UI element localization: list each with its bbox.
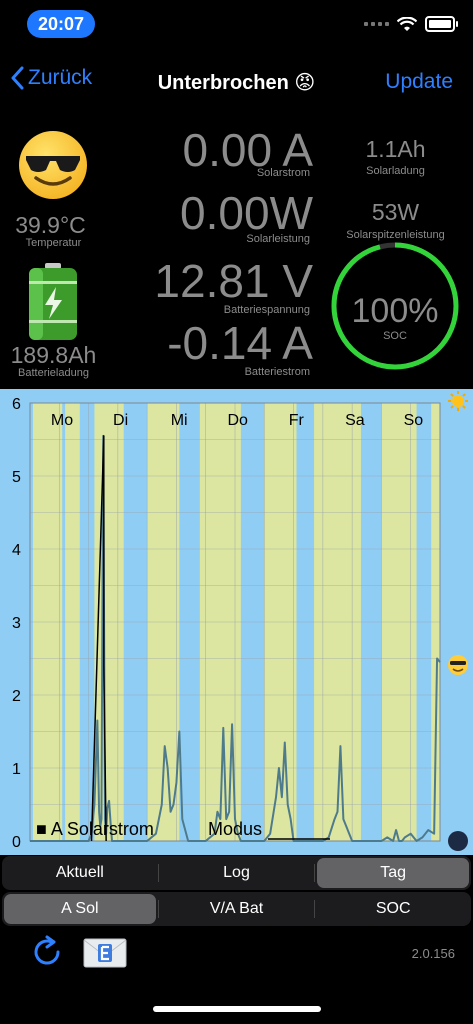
mail-e-icon[interactable] [83,938,127,968]
solar-charge-value: 1.1Ah [365,136,426,162]
y-tick-label: 6 [12,396,21,413]
chart-area[interactable]: 0 1 2 3 4 5 6 Mo Di Mi Do Fr Sa So ■ A Solarstrom Modus [0,389,473,855]
status-icons [364,14,458,34]
soc-label: SOC [383,330,407,342]
update-button[interactable]: Update [385,70,453,94]
x-category-label: Fr [289,412,305,429]
solar-peak-value: 53W [371,199,420,225]
moon-icon [448,831,468,851]
divider [157,864,159,882]
x-category-label: Di [113,412,128,429]
sunglasses-emoji-icon [19,131,87,199]
temperature-value: 39.9°C [15,212,86,238]
sunglasses-emoji-icon [448,655,468,675]
solar-power-value: 0.00W [180,187,313,239]
tab-aktuell[interactable]: Aktuell [4,858,156,888]
solar-current-label: Solarstrom [256,167,310,179]
battery-icon [425,16,458,32]
tab-va-bat[interactable]: V/A Bat [161,894,313,924]
battery-current-value: -0.14 A [167,317,313,369]
divider [314,900,316,918]
solar-peak-label: Solarspitzenleistung [346,229,445,241]
tab-tag[interactable]: Tag [317,858,470,888]
view-mode-segmented-control[interactable]: Aktuell Log Tag [2,856,471,890]
y-tick-label: 5 [12,469,21,486]
soc-value: 100% [351,292,439,330]
battery-voltage-value: 12.81 V [154,255,313,307]
x-category-label: So [404,412,424,429]
solar-current-chart: 0 1 2 3 4 5 6 Mo Di Mi Do Fr Sa So ■ A Solarstrom Modus [12,391,468,851]
legend-item-a-solarstrom: ■ A Solarstrom [36,819,154,839]
sun-icon [448,391,468,411]
home-indicator [153,1006,321,1012]
app-version: 2.0.156 [411,946,455,961]
status-time: 20:07 [27,10,95,38]
y-tick-label: 2 [12,688,21,705]
series-segmented-control[interactable]: A Sol V/A Bat SOC [2,892,471,926]
divider [157,900,159,918]
y-tick-label: 3 [12,615,21,632]
temperature-label: Temperatur [25,237,82,249]
battery-charge-value: 189.8Ah [10,342,97,368]
battery-voltage-label: Batteriespannung [223,304,310,316]
wifi-icon [397,16,417,31]
x-category-label: Do [227,412,248,429]
solar-power-label: Solarleistung [246,233,310,245]
tab-log[interactable]: Log [161,858,313,888]
cellular-signal-icon [364,22,389,26]
battery-charge-label: Batterieladung [18,367,89,379]
y-tick-label: 0 [12,834,21,851]
battery-full-icon [29,263,77,340]
x-category-label: Mo [51,412,73,429]
tab-soc[interactable]: SOC [317,894,469,924]
x-category-label: Sa [345,412,365,429]
solar-charge-label: Solarladung [366,165,425,177]
battery-current-label: Batteriestrom [244,366,310,378]
divider [314,864,316,882]
y-tick-label: 4 [12,542,21,559]
refresh-icon[interactable] [30,935,64,969]
y-tick-label: 1 [12,761,21,778]
legend-item-modus: Modus [208,819,262,839]
x-category-label: Mi [171,412,188,429]
tab-a-sol[interactable]: A Sol [4,894,156,924]
